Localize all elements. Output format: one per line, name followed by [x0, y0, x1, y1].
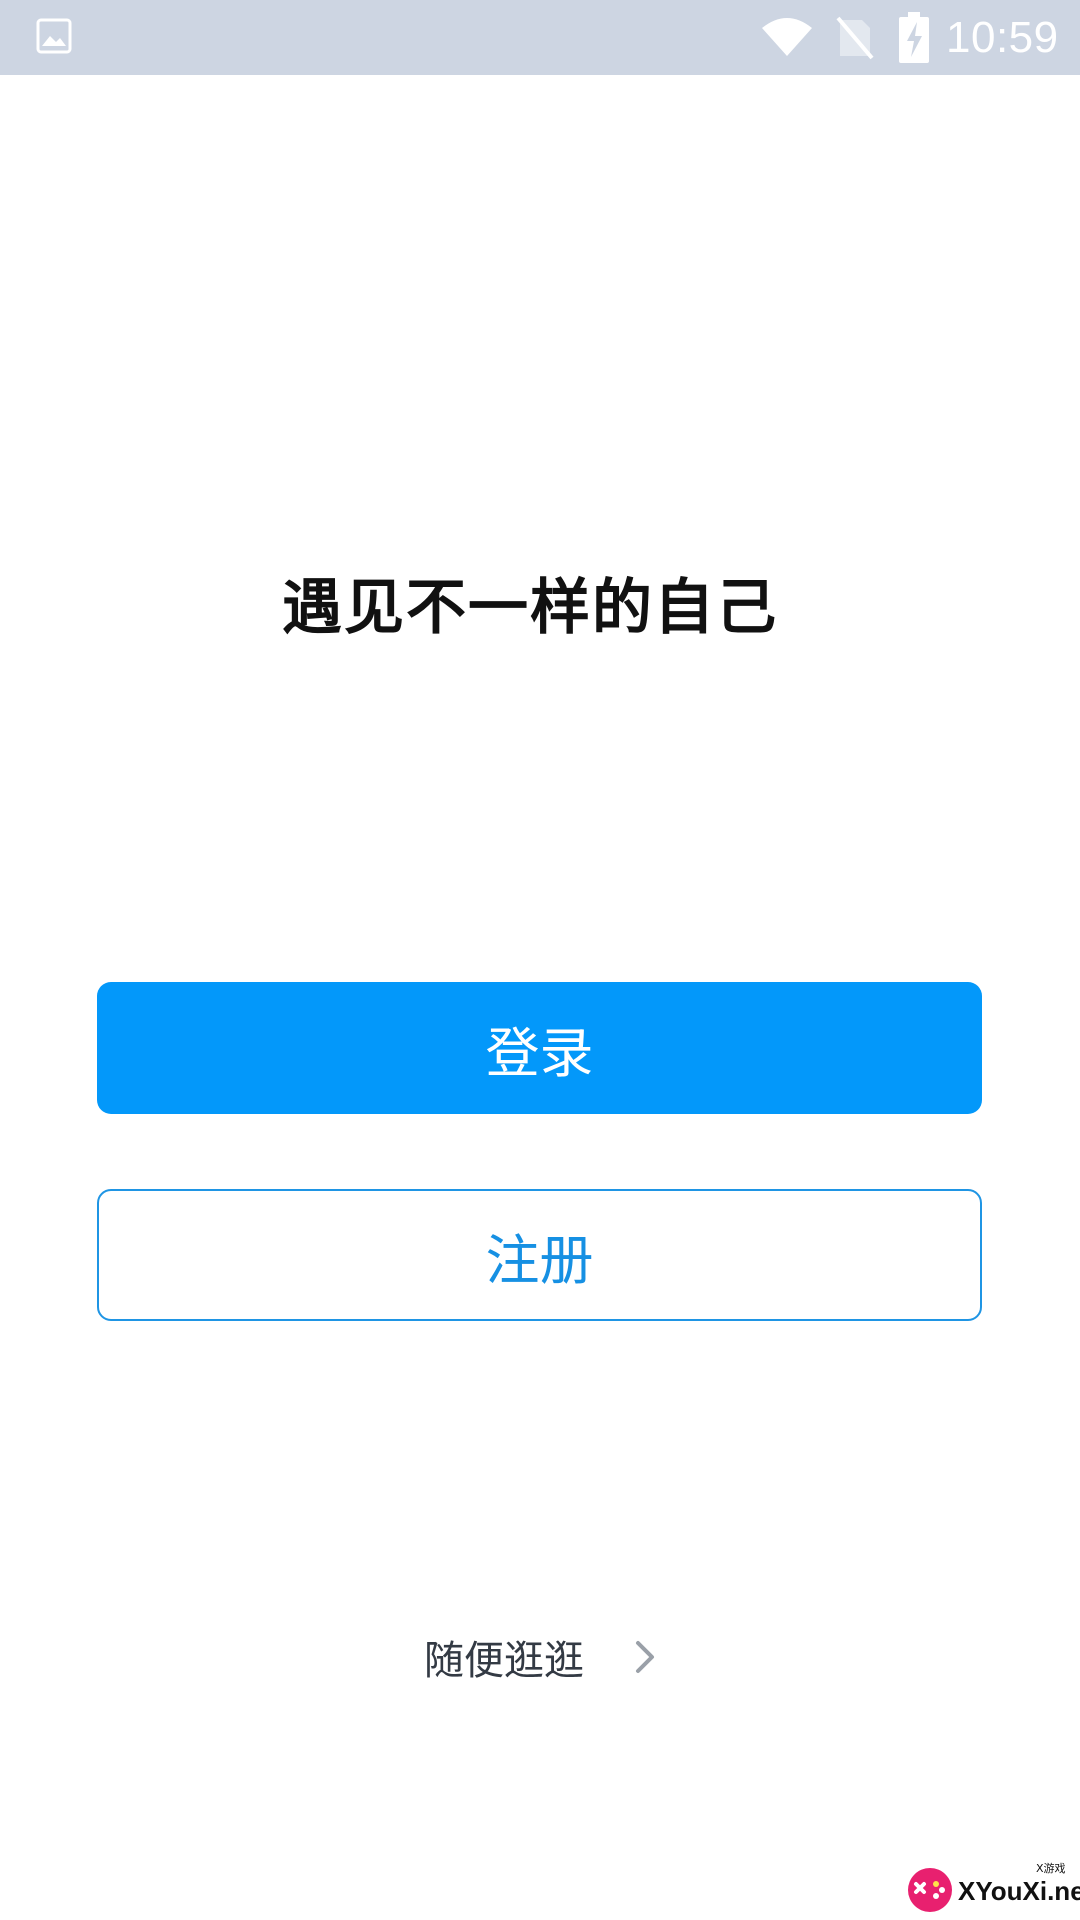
no-sim-icon — [836, 16, 874, 60]
login-button-label: 登录 — [485, 1021, 594, 1085]
chevron-right-icon — [636, 1641, 654, 1673]
login-button[interactable]: 登录 — [97, 982, 982, 1114]
watermark-text: XYouXi.net — [958, 1876, 1080, 1906]
slogan-text: 遇见不一样的自己 — [282, 573, 778, 643]
register-button[interactable]: 注册 — [97, 1189, 982, 1321]
browse-link[interactable]: 随便逛逛 — [0, 1622, 1080, 1692]
gamepad-logo-icon — [908, 1868, 952, 1912]
screen: 10:59 遇见不一样的自己 登录 注册 随便逛逛 X游戏 XYouXi.net — [0, 0, 1080, 1920]
watermark-small-text: X游戏 — [1036, 1862, 1066, 1875]
browse-link-label: 随便逛逛 — [424, 1638, 584, 1684]
battery-charging-icon — [899, 12, 929, 63]
status-bar: 10:59 — [0, 0, 1080, 75]
gallery-icon — [36, 18, 72, 54]
wifi-icon — [762, 18, 812, 56]
watermark: X游戏 XYouXi.net — [906, 1860, 1080, 1920]
register-button-label: 注册 — [485, 1228, 594, 1292]
status-time: 10:59 — [946, 13, 1059, 62]
